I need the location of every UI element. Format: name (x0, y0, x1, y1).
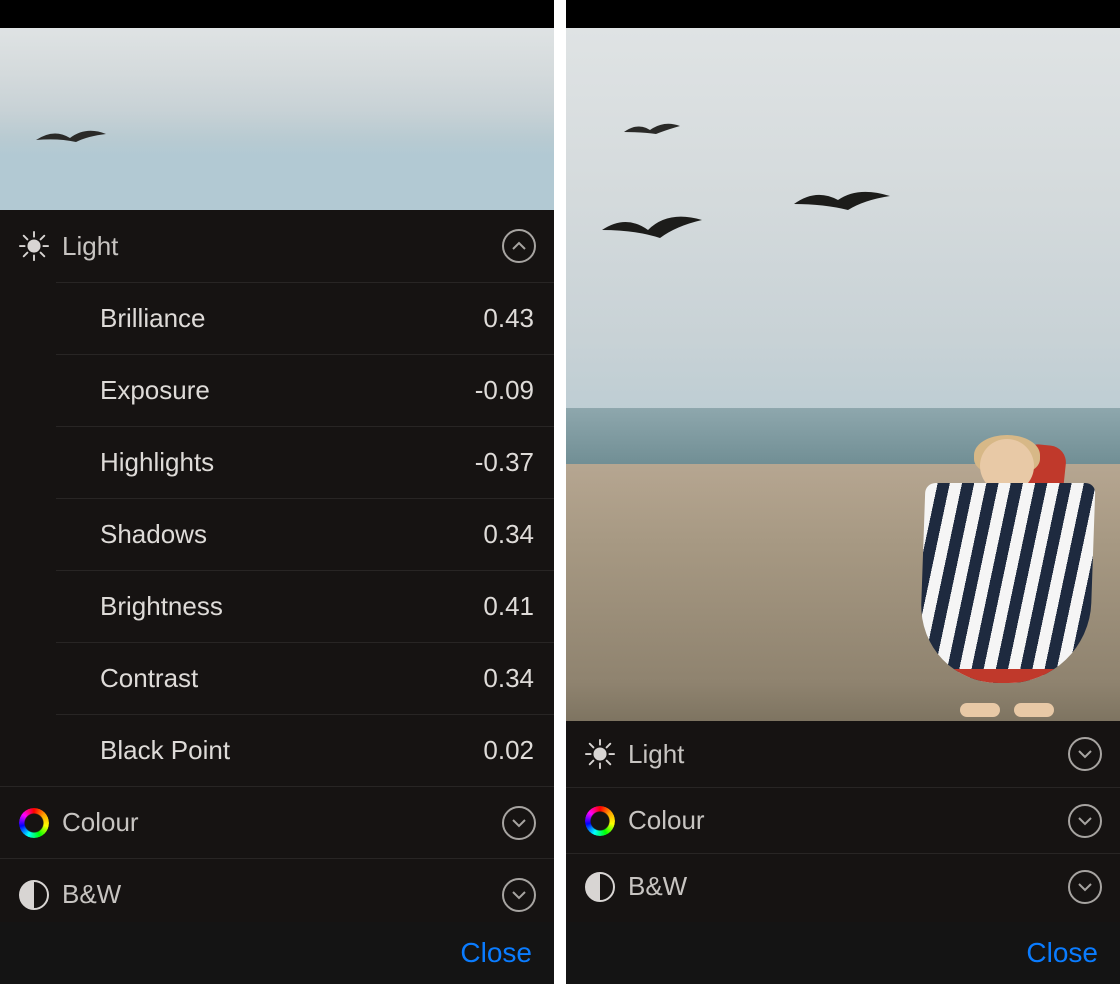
adjustment-brilliance[interactable]: Brilliance 0.43 (56, 282, 554, 354)
photo-preview (566, 28, 1120, 721)
light-adjustments-list: Brilliance 0.43 Exposure -0.09 Highlight… (0, 282, 554, 786)
panel-footer: Close (566, 922, 1120, 984)
adjustment-contrast[interactable]: Contrast 0.34 (56, 642, 554, 714)
colour-wheel-icon (580, 806, 620, 836)
chevron-down-icon[interactable] (1068, 870, 1102, 904)
status-bar (0, 0, 554, 28)
bw-icon (580, 872, 620, 902)
category-colour-label: Colour (54, 807, 502, 838)
chevron-down-icon[interactable] (502, 806, 536, 840)
sand (566, 464, 1120, 721)
sun-icon (580, 739, 620, 769)
bird-silhouette (602, 216, 702, 252)
child-subject (922, 435, 1092, 705)
adjustments-panel: Light Colour B&W (566, 721, 1120, 984)
sun-icon (14, 231, 54, 261)
chevron-down-icon[interactable] (1068, 804, 1102, 838)
adjustment-brightness[interactable]: Brightness 0.41 (56, 570, 554, 642)
chevron-down-icon[interactable] (502, 878, 536, 912)
close-button[interactable]: Close (1026, 937, 1098, 969)
adjustment-exposure[interactable]: Exposure -0.09 (56, 354, 554, 426)
category-light[interactable]: Light (566, 721, 1120, 787)
category-light-label: Light (620, 739, 1068, 770)
category-colour[interactable]: Colour (0, 786, 554, 858)
bird-silhouette (36, 128, 106, 152)
category-colour[interactable]: Colour (566, 787, 1120, 853)
category-bw[interactable]: B&W (566, 853, 1120, 919)
chevron-up-icon[interactable] (502, 229, 536, 263)
category-bw-label: B&W (54, 879, 502, 910)
category-colour-label: Colour (620, 805, 1068, 836)
adjustments-panel: Light Brilliance 0.43 Exposure -0.09 (0, 210, 554, 984)
bw-icon (14, 880, 54, 910)
category-light-label: Light (54, 231, 502, 262)
adjustment-black-point[interactable]: Black Point 0.02 (56, 714, 554, 786)
close-button[interactable]: Close (460, 937, 532, 969)
category-bw-label: B&W (620, 871, 1068, 902)
bird-silhouette (624, 122, 680, 142)
adjustment-highlights[interactable]: Highlights -0.37 (56, 426, 554, 498)
bird-silhouette (794, 186, 890, 220)
category-light[interactable]: Light (0, 210, 554, 282)
photo-preview (0, 28, 554, 210)
category-bw[interactable]: B&W (0, 858, 554, 922)
panel-footer: Close (0, 922, 554, 984)
status-bar (566, 0, 1120, 28)
colour-wheel-icon (14, 808, 54, 838)
adjustment-shadows[interactable]: Shadows 0.34 (56, 498, 554, 570)
chevron-down-icon[interactable] (1068, 737, 1102, 771)
